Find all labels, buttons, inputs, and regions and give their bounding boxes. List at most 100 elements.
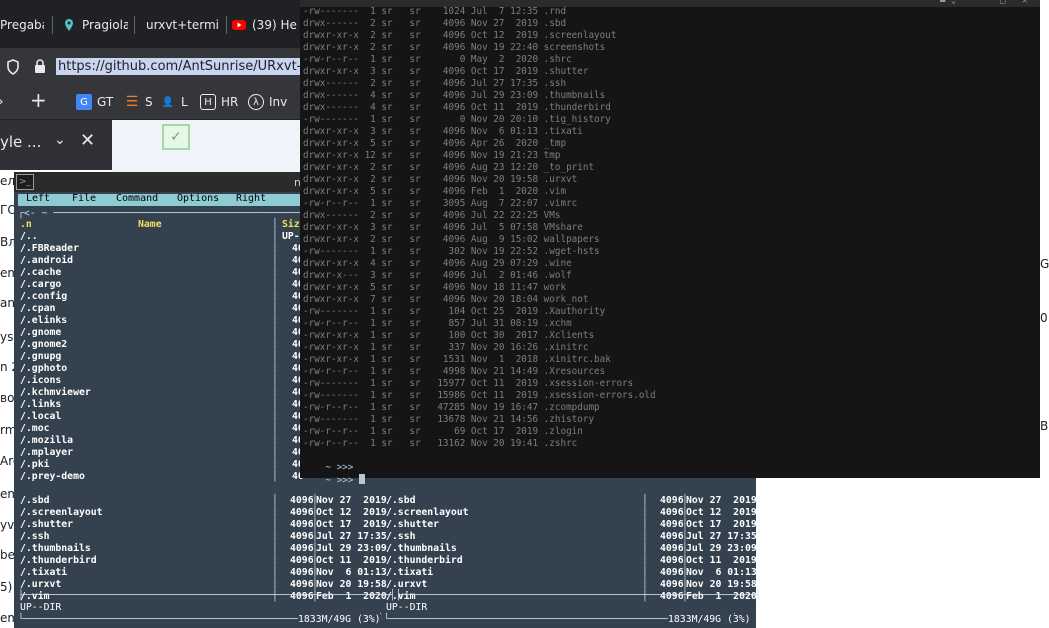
bookmark-s[interactable]: ☰ S (124, 94, 153, 110)
file-entry[interactable]: /.links (20, 399, 61, 411)
file-entry[interactable]: /.cache (20, 267, 61, 279)
menu-left[interactable]: Left (26, 193, 50, 204)
bookmark-hr[interactable]: H HR (200, 94, 238, 110)
column-divider: │ (272, 363, 278, 374)
sort-indicator[interactable]: .n (20, 219, 32, 231)
file-entry[interactable]: /.sbd (20, 495, 50, 507)
bookmark-inv[interactable]: λ Inv (248, 94, 287, 110)
window-controls-icon[interactable]: ▬ ⌄ (940, 0, 956, 6)
ls-line: -rwxr-xr-x 1 sr sr 100 Oct 30 2017 .Xcli… (303, 330, 595, 341)
column-divider: │ (272, 291, 278, 302)
file-entry[interactable]: /.gnome (20, 327, 61, 339)
file-entry[interactable]: /.elinks (20, 315, 67, 327)
ls-line: -rw------- 1 sr sr 15977 Oct 11 2019 .xs… (303, 378, 634, 389)
bookmark-gt[interactable]: G GT (76, 94, 113, 110)
column-divider: │ (642, 507, 648, 518)
menu-options[interactable]: Options (177, 193, 219, 204)
column-divider: │ (272, 267, 278, 278)
column-divider: │ (272, 399, 278, 410)
column-divider: │ (272, 315, 278, 326)
file-entry[interactable]: /.sbd (386, 495, 416, 507)
file-entry[interactable]: /.gphoto (20, 363, 67, 375)
file-size: 4096 (290, 507, 314, 518)
file-entry[interactable]: /.gnupg (20, 351, 61, 363)
file-entry[interactable]: /.cpan (20, 303, 55, 315)
column-divider: │ (272, 459, 278, 470)
file-entry[interactable]: /.tixati (386, 567, 433, 579)
file-entry[interactable]: /.thunderbird (20, 555, 97, 567)
file-size: 4096 (660, 567, 684, 578)
file-date: Oct 11 2019 (316, 555, 387, 566)
terminal-app-icon: >_ (16, 174, 34, 190)
window-close-icon[interactable]: ✕ (1022, 0, 1027, 6)
column-divider: │ (272, 255, 278, 266)
youtube-icon (232, 18, 246, 32)
lock-icon[interactable] (34, 59, 46, 78)
updir-row[interactable]: /.. (20, 231, 38, 243)
ls-line: drwxr-xr-x 7 sr sr 4096 Nov 20 18:04 wor… (303, 294, 589, 305)
file-entry[interactable]: /.ssh (386, 531, 416, 543)
file-entry[interactable]: /.thumbnails (386, 543, 457, 555)
file-entry[interactable]: /.prey-demo (20, 471, 85, 483)
file-entry[interactable]: /.kchmviewer (20, 387, 91, 399)
page-fragment: 0 (1040, 311, 1048, 325)
ls-line: drwxr-xr-x 4 sr sr 4096 Aug 29 07:29 .wi… (303, 258, 572, 269)
tab-pragiola[interactable]: Pragiola (62, 8, 128, 42)
menu-command[interactable]: Command (116, 193, 158, 204)
security-shield-icon[interactable] (6, 59, 20, 79)
lambda-icon: λ (248, 94, 264, 110)
file-entry[interactable]: /.android (20, 255, 73, 267)
file-entry[interactable]: /.shutter (20, 519, 73, 531)
menu-file[interactable]: File (72, 193, 96, 204)
file-entry[interactable]: /.icons (20, 375, 61, 387)
person-icon: 👤 (161, 96, 175, 108)
ls-line: drwxr-xr-x 5 sr sr 4096 Nov 18 11:47 wor… (303, 282, 567, 293)
file-entry[interactable]: /.tixati (20, 567, 67, 579)
zsh-terminal-window[interactable]: ▬ ⌄ □ ✕ -rw------- 1 sr sr 1024 Jul 7 12… (300, 0, 1040, 486)
tab-label: (39) He (252, 18, 297, 32)
close-icon[interactable]: ✕ (80, 130, 95, 151)
chevron-right-icon[interactable]: › (0, 94, 4, 110)
file-entry[interactable]: /.pki (20, 459, 50, 471)
tab-pregaba[interactable]: Pregaba (0, 8, 44, 42)
prompt-line-active[interactable]: ~ >>> (303, 462, 365, 486)
file-entry[interactable]: /.cargo (20, 279, 61, 291)
file-entry[interactable]: /.shutter (386, 519, 439, 531)
column-size-header[interactable]: Siz (282, 219, 300, 231)
file-entry[interactable]: /.mplayer (20, 447, 73, 459)
ls-line: drwx------ 4 sr sr 4096 Jul 29 23:09 .th… (303, 90, 606, 101)
ls-line: -rwxr-xr-x 1 sr sr 1531 Nov 1 2018 .xini… (303, 354, 611, 365)
bookmark-l[interactable]: 👤 L (160, 94, 188, 110)
file-entry[interactable]: /.mozilla (20, 435, 73, 447)
file-entry[interactable]: /.thunderbird (386, 555, 463, 567)
file-entry[interactable]: /.gnome2 (20, 339, 67, 351)
file-entry[interactable]: /.screenlayout (386, 507, 469, 519)
ls-line: drwxr-xr-x 3 sr sr 4096 Nov 6 01:13 .tix… (303, 126, 583, 137)
tab-urxvt[interactable]: urxvt+termi (146, 8, 224, 42)
file-entry[interactable]: /.local (20, 411, 61, 423)
column-divider: │ (642, 555, 648, 566)
file-entry[interactable]: /.config (20, 291, 67, 303)
file-size: 4096 (660, 555, 684, 566)
column-divider: │ (272, 507, 278, 518)
column-divider: │ (272, 327, 278, 338)
file-entry[interactable]: /.FBReader (20, 243, 79, 255)
ls-line: -rw------- 1 sr sr 302 Nov 19 22:52 .wge… (303, 246, 600, 257)
file-entry[interactable]: /.screenlayout (20, 507, 103, 519)
file-entry[interactable]: /.ssh (20, 531, 50, 543)
file-entry[interactable]: /.moc (20, 423, 50, 435)
file-entry[interactable]: /.thumbnails (20, 543, 91, 555)
file-date: Nov 6 01:13 (686, 567, 757, 578)
file-date: Oct 17 2019 (686, 519, 757, 530)
window-maximize-icon[interactable]: □ (1000, 0, 1005, 6)
chevron-down-icon[interactable]: ⌄ (54, 132, 66, 148)
tab-label: Pragiola (82, 18, 128, 32)
column-name-header[interactable]: Name (138, 219, 162, 231)
menu-right[interactable]: Right (236, 193, 266, 204)
tab-youtube[interactable]: (39) He (232, 8, 300, 42)
add-bookmark-icon[interactable]: + (30, 90, 47, 110)
column-divider: │ (272, 495, 278, 506)
ls-line: drwx------ 2 sr sr 4096 Nov 27 2019 .sbd (303, 18, 567, 29)
column-divider: │ (272, 543, 278, 554)
tab-label: Pregaba (0, 18, 44, 32)
